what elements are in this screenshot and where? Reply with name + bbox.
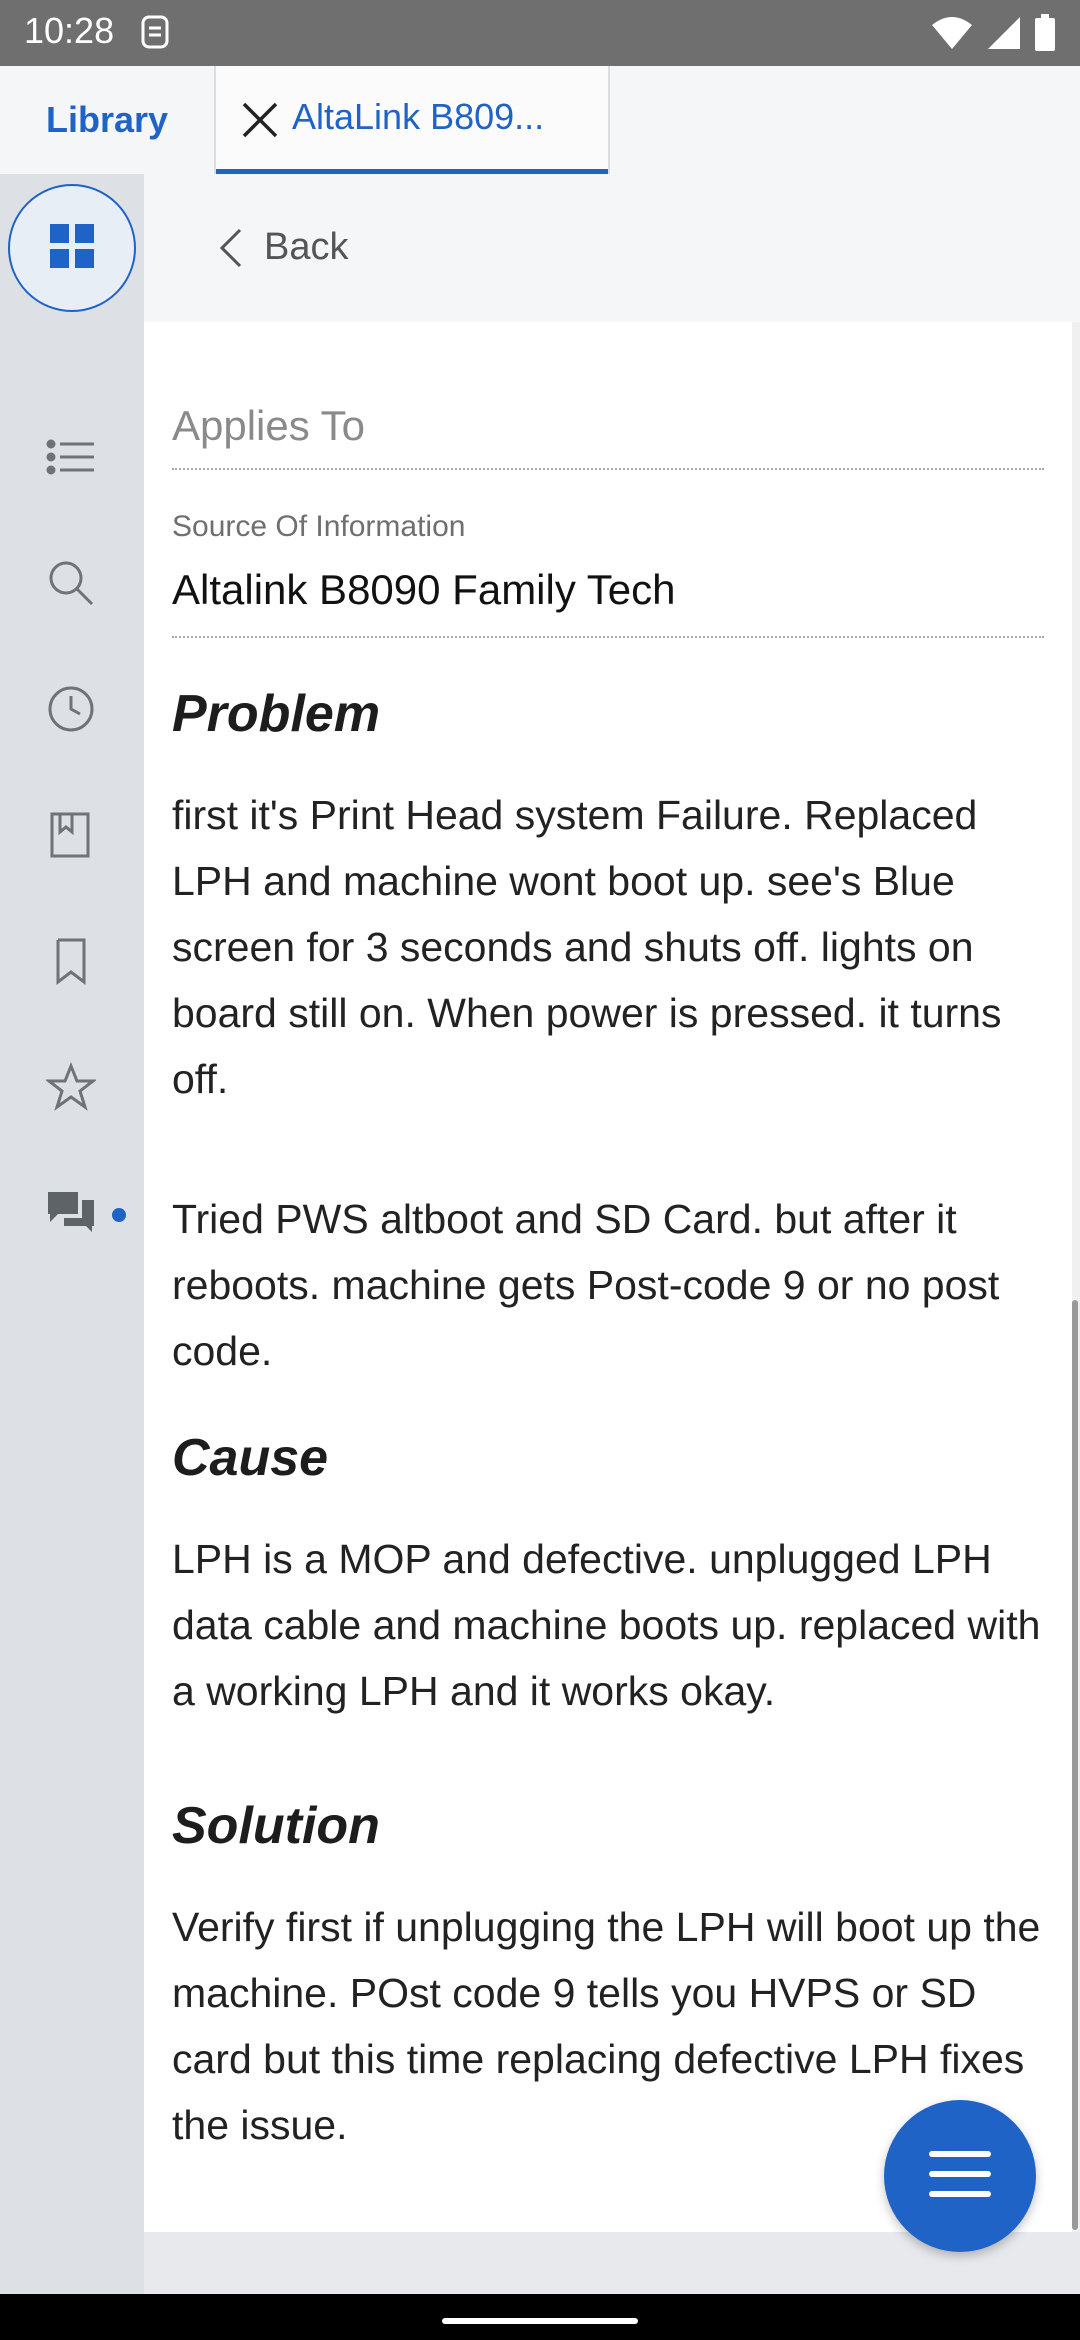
- close-icon[interactable]: [238, 98, 282, 142]
- source-label: Source Of Information: [172, 510, 466, 543]
- history-icon[interactable]: [46, 684, 96, 734]
- divider: [172, 468, 1044, 470]
- tab-document-title: AltaLink B809...: [292, 96, 545, 137]
- system-nav-bar: [0, 2294, 1080, 2340]
- tab-bar: Library AltaLink B809...: [0, 66, 1080, 176]
- back-bar: Back: [144, 174, 1080, 322]
- solution-heading: Solution: [172, 1797, 380, 1855]
- divider: [172, 636, 1044, 638]
- back-button[interactable]: Back: [264, 226, 348, 269]
- sim-icon: [140, 14, 170, 55]
- sidebar: [0, 174, 144, 2294]
- problem-paragraph-1: first it's Print Head system Failure. Re…: [172, 792, 1002, 1102]
- book-icon[interactable]: [46, 810, 96, 860]
- tab-library[interactable]: Library: [0, 66, 216, 174]
- chevron-left-icon[interactable]: [214, 226, 246, 275]
- notification-dot: [112, 1208, 126, 1222]
- menu-icon: [928, 2148, 992, 2205]
- chat-icon[interactable]: [46, 1188, 96, 1238]
- problem-paragraph-2: Tried PWS altboot and SD Card. but after…: [172, 1196, 1000, 1374]
- star-icon[interactable]: [44, 1061, 98, 1112]
- status-bar: 10:28: [0, 0, 1080, 66]
- problem-heading: Problem: [172, 685, 381, 743]
- scrollbar[interactable]: [1072, 1300, 1078, 2230]
- signal-icon: [986, 15, 1022, 56]
- list-icon[interactable]: [46, 432, 96, 482]
- status-time: 10:28: [24, 10, 115, 51]
- grid-icon: [48, 222, 96, 275]
- home-gesture-handle[interactable]: [442, 2318, 638, 2324]
- cause-heading: Cause: [172, 1429, 329, 1487]
- bookmark-icon[interactable]: [46, 936, 96, 986]
- source-value: Altalink B8090 Family Tech: [172, 566, 676, 613]
- menu-button[interactable]: [884, 2100, 1036, 2252]
- cause-paragraph: LPH is a MOP and defective. unplugged LP…: [172, 1536, 1041, 1714]
- wifi-icon: [930, 15, 974, 56]
- document-content: Applies To Source Of Information Altalin…: [144, 322, 1072, 2232]
- battery-icon: [1034, 14, 1056, 57]
- applies-to-field[interactable]: Applies To: [172, 402, 365, 450]
- search-icon[interactable]: [46, 558, 96, 608]
- grid-home-button[interactable]: [8, 184, 136, 312]
- tab-document[interactable]: AltaLink B809...: [216, 66, 610, 174]
